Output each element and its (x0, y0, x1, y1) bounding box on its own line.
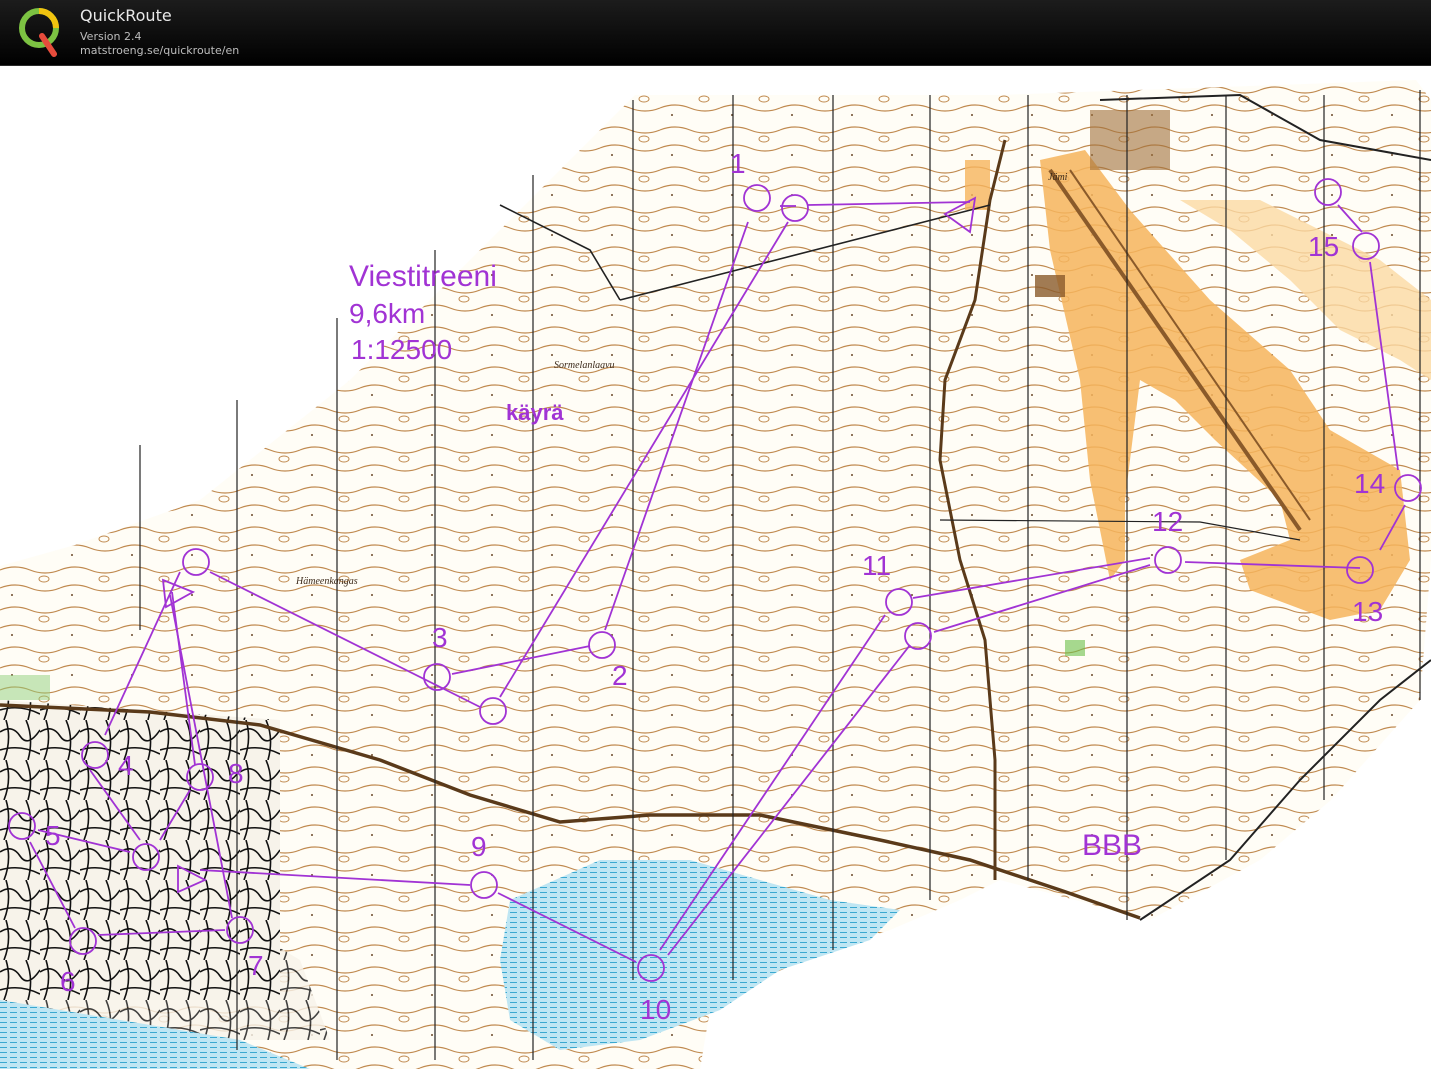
map-canvas[interactable] (0, 66, 1431, 1069)
control-number-10: 10 (640, 994, 672, 1025)
control-number-6: 6 (60, 966, 76, 997)
control-number-4: 4 (118, 750, 134, 781)
control-number-9: 9 (471, 831, 487, 862)
place-name-hameenkangas: Hämeenkangas (296, 576, 358, 587)
app-url: matstroeng.se/quickroute/en (80, 44, 240, 57)
control-number-14: 14 (1354, 468, 1386, 499)
course-distance: 9,6km (349, 298, 426, 329)
course-note: käyrä (506, 400, 564, 425)
course-marker: BBB (1082, 829, 1143, 862)
control-number-15: 15 (1308, 231, 1340, 262)
course-title: Viestitreeni (349, 260, 497, 293)
control-number-13: 13 (1352, 596, 1384, 627)
control-number-1: 1 (730, 148, 746, 179)
app-name: QuickRoute (80, 6, 172, 25)
quickroute-logo-icon (19, 8, 59, 57)
control-number-2: 2 (612, 660, 628, 691)
control-number-7: 7 (248, 950, 264, 981)
orienteering-map[interactable]: Sormelanlaavu Hämeenkangas Jämi Viestitr… (0, 66, 1431, 1069)
app-title-bar: QuickRoute Version 2.4 matstroeng.se/qui… (0, 0, 1431, 66)
place-name-sormelanlaavu: Sormelanlaavu (554, 360, 615, 371)
app-version: Version 2.4 (80, 30, 142, 43)
place-name-jami: Jämi (1048, 172, 1068, 183)
course-scale: 1:12500 (351, 334, 453, 365)
control-number-11: 11 (862, 550, 892, 581)
control-number-5: 5 (45, 820, 61, 851)
control-number-12: 12 (1152, 506, 1184, 537)
control-number-3: 3 (432, 622, 448, 653)
control-number-8: 8 (228, 758, 244, 789)
